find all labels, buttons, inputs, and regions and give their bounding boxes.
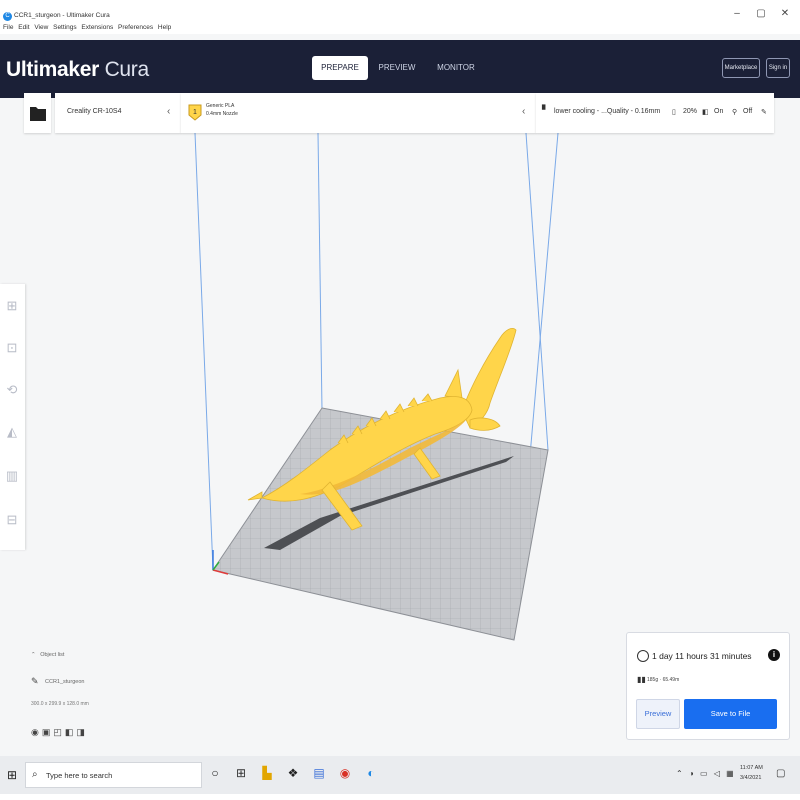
marketplace-button[interactable]: Marketplace: [722, 58, 760, 78]
support-blocker-icon[interactable]: ⊟: [4, 508, 20, 532]
windows-start-icon[interactable]: ⊞: [7, 768, 17, 782]
view-orientation-buttons: ◉▣◰◧◨: [31, 727, 88, 738]
taskbar-date[interactable]: 3/4/2021: [740, 775, 761, 781]
object-name[interactable]: CCR1_sturgeon: [45, 679, 84, 685]
menu-bar: File Edit View Settings Extensions Prefe…: [3, 24, 174, 31]
spool-icon: ▮▮: [637, 675, 646, 684]
printer-name: Creality CR-10S4: [67, 108, 122, 115]
bottom-strip: [0, 794, 800, 800]
dell-icon[interactable]: ⊞: [232, 766, 250, 780]
mirror-icon[interactable]: ◭: [4, 420, 20, 444]
tab-monitor[interactable]: MONITOR: [428, 56, 484, 80]
app-header: Ultimaker Cura PREPARE PREVIEW MONITOR M…: [0, 40, 800, 98]
notification-icon[interactable]: ▢: [776, 768, 785, 779]
printer-selector[interactable]: Creality CR-10S4 ‹: [55, 93, 181, 133]
clock-icon: [637, 650, 649, 662]
material-selector[interactable]: 1 Generic PLA 0.4mm Nozzle ‹: [181, 93, 536, 133]
adhesion-value: Off: [743, 108, 753, 115]
profile-icon: ▘: [542, 105, 549, 115]
menu-edit[interactable]: Edit: [18, 24, 29, 31]
support-value: On: [714, 108, 724, 115]
chevron-up-icon: ⌃: [31, 652, 36, 658]
pencil-icon: ✎: [31, 676, 39, 686]
dropbox-icon[interactable]: ❖: [284, 766, 302, 780]
adhesion-icon: ⚲: [732, 109, 738, 116]
edit-pencil-icon[interactable]: ✎: [761, 108, 767, 116]
minimize-button[interactable]: –: [727, 8, 747, 19]
left-view-icon[interactable]: ◧: [65, 727, 77, 737]
infill-value: 20%: [683, 108, 698, 115]
top-view-icon[interactable]: ◰: [53, 727, 65, 737]
tab-preview[interactable]: PREVIEW: [372, 56, 422, 80]
cura-window: C CCR1_sturgeon - Ultimaker Cura File Ed…: [0, 0, 800, 800]
chevron-left-icon: ‹: [167, 106, 171, 117]
infill-icon: ▯: [672, 109, 676, 116]
per-model-settings-icon[interactable]: ▥: [4, 464, 20, 488]
logo-product: Cura: [104, 58, 150, 81]
cura-app-icon: C: [3, 12, 12, 21]
3d-view-icon[interactable]: ◉: [31, 727, 42, 737]
sign-in-button[interactable]: Sign in: [766, 58, 790, 78]
menu-extensions[interactable]: Extensions: [81, 24, 113, 31]
windows-taskbar: ⊞ ⌕ Type here to search ○ ⊞ ▙ ❖ ▤ ◉ ◐ ⌃ …: [0, 756, 800, 794]
print-summary-panel: 1 day 11 hours 31 minutes i ▮▮ 185g · 65…: [626, 632, 790, 740]
build-volume-edge: [317, 132, 323, 411]
chevron-left-icon: ‹: [522, 106, 526, 117]
nozzle-size: 0.4mm Nozzle: [206, 111, 238, 117]
open-folder-icon[interactable]: [24, 93, 51, 133]
tab-prepare[interactable]: PREPARE: [312, 56, 368, 80]
menu-help[interactable]: Help: [158, 24, 171, 31]
right-view-icon[interactable]: ◨: [76, 727, 88, 737]
cura-icon[interactable]: ◐: [362, 766, 380, 780]
system-tray[interactable]: ⌃ ◑ ▭ ◁ ▦: [676, 769, 736, 778]
svg-text:1: 1: [193, 109, 197, 116]
scale-icon[interactable]: ⊡: [4, 336, 20, 360]
move-icon[interactable]: ⊞: [4, 294, 20, 318]
extruder-badge-icon: 1: [188, 104, 202, 121]
menu-settings[interactable]: Settings: [53, 24, 77, 31]
store-icon[interactable]: ▤: [310, 766, 328, 780]
window-title: CCR1_sturgeon - Ultimaker Cura: [14, 12, 110, 19]
save-to-file-button[interactable]: Save to File: [684, 699, 777, 729]
search-icon: ⌕: [32, 769, 38, 780]
taskbar-time[interactable]: 11:07 AM: [740, 765, 763, 771]
print-settings-selector[interactable]: ▘ lower cooling - ...Quality - 0.16mm ▯ …: [536, 93, 774, 133]
title-bar: C CCR1_sturgeon - Ultimaker Cura File Ed…: [0, 0, 800, 34]
file-explorer-icon[interactable]: ▙: [258, 766, 276, 780]
maximize-button[interactable]: ▢: [751, 8, 771, 19]
menu-view[interactable]: View: [34, 24, 48, 31]
material-name: Generic PLA: [206, 103, 235, 109]
rotate-icon[interactable]: ⟲: [4, 378, 20, 402]
close-button[interactable]: ✕: [775, 8, 795, 19]
logo-brand: Ultimaker: [6, 58, 100, 81]
info-icon[interactable]: i: [768, 649, 780, 661]
object-list-toggle[interactable]: ⌃ Object list: [31, 652, 64, 658]
tool-column: ⊞ ⊡ ⟲ ◭ ▥ ⊟: [0, 284, 25, 550]
menu-file[interactable]: File: [3, 24, 13, 31]
object-dimensions: 300.0 x 299.9 x 128.0 mm: [31, 701, 89, 707]
support-icon: ◧: [702, 109, 709, 116]
task-view-icon[interactable]: ○: [206, 766, 224, 780]
front-view-icon[interactable]: ▣: [42, 727, 54, 737]
object-list-label: Object list: [40, 652, 65, 658]
profile-name: lower cooling - ...Quality - 0.16mm: [554, 108, 661, 115]
ultimaker-cura-logo: Ultimaker Cura: [6, 58, 149, 82]
build-volume-edge: [194, 132, 214, 571]
print-time: 1 day 11 hours 31 minutes: [652, 651, 752, 661]
chrome-icon[interactable]: ◉: [336, 766, 354, 780]
taskbar-search[interactable]: ⌕ Type here to search: [25, 762, 202, 788]
open-file-cell[interactable]: [24, 93, 51, 133]
menu-preferences[interactable]: Preferences: [118, 24, 153, 31]
search-input[interactable]: Type here to search: [46, 771, 112, 780]
material-usage: 185g · 65.49m: [647, 677, 680, 683]
preview-button[interactable]: Preview: [636, 699, 680, 729]
